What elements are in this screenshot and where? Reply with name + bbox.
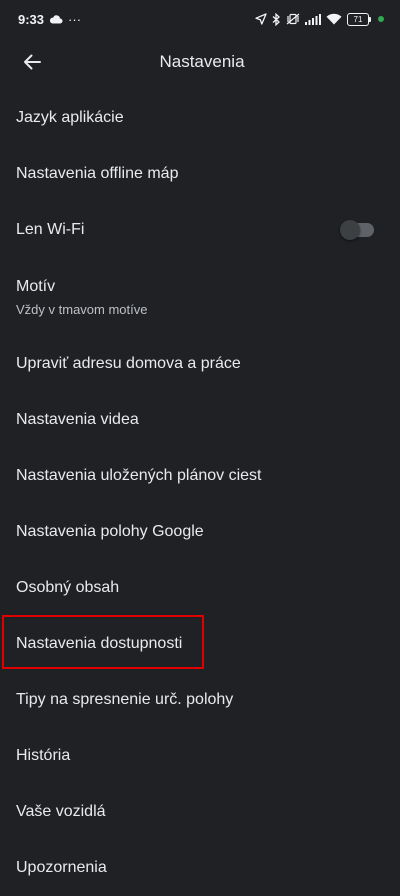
more-notifications-icon: ··· <box>68 11 82 27</box>
setting-location-accuracy-tips[interactable]: Tipy na spresnenie urč. polohy <box>0 672 400 728</box>
setting-your-vehicles[interactable]: Vaše vozidlá <box>0 784 400 840</box>
bluetooth-icon <box>272 12 281 26</box>
setting-label: Nastavenia videa <box>16 411 139 428</box>
setting-app-language[interactable]: Jazyk aplikácie <box>0 90 400 146</box>
setting-label: Motív <box>16 277 56 295</box>
setting-label: Tipy na spresnenie urč. polohy <box>16 691 234 708</box>
setting-label: Len Wi-Fi <box>16 221 85 238</box>
status-bar-right: 71 <box>255 12 384 26</box>
setting-edit-home-work[interactable]: Upraviť adresu domova a práce <box>0 336 400 392</box>
vibrate-off-icon <box>286 13 300 25</box>
app-bar: Nastavenia <box>0 38 400 86</box>
toggle-knob <box>340 220 360 240</box>
setting-notifications[interactable]: Upozornenia <box>0 840 400 896</box>
page-title: Nastavenia <box>159 52 245 71</box>
setting-label: Vaše vozidlá <box>16 803 106 820</box>
location-arrow-icon <box>255 13 267 25</box>
setting-label: Upozornenia <box>16 859 107 876</box>
setting-subtitle: Vždy v tmavom motíve <box>16 301 148 317</box>
setting-label: Upraviť adresu domova a práce <box>16 355 241 372</box>
setting-label: Jazyk aplikácie <box>16 109 124 126</box>
setting-history[interactable]: História <box>0 728 400 784</box>
setting-label: Nastavenia polohy Google <box>16 523 204 540</box>
setting-label: Nastavenia uložených plánov ciest <box>16 467 262 484</box>
setting-label: História <box>16 747 71 764</box>
settings-list: Jazyk aplikácie Nastavenia offline máp L… <box>0 90 400 896</box>
setting-label: Nastavenia dostupnosti <box>16 635 183 652</box>
setting-offline-maps[interactable]: Nastavenia offline máp <box>0 146 400 202</box>
status-bar-left: 9:33 ··· <box>18 12 81 27</box>
setting-label: Nastavenia offline máp <box>16 165 179 182</box>
setting-wifi-only[interactable]: Len Wi-Fi <box>0 202 400 258</box>
wifi-icon <box>326 13 342 25</box>
setting-theme[interactable]: Motív Vždy v tmavom motíve <box>0 258 400 336</box>
setting-video[interactable]: Nastavenia videa <box>0 392 400 448</box>
setting-accessibility[interactable]: Nastavenia dostupnosti <box>0 616 400 672</box>
setting-saved-trip-plans[interactable]: Nastavenia uložených plánov ciest <box>0 448 400 504</box>
signal-icon <box>305 13 321 25</box>
privacy-indicator-dot <box>378 16 384 22</box>
setting-label: Osobný obsah <box>16 579 120 596</box>
status-bar: 9:33 ··· 71 <box>0 0 400 38</box>
setting-personal-content[interactable]: Osobný obsah <box>0 560 400 616</box>
battery-icon: 71 <box>347 12 371 26</box>
setting-google-location[interactable]: Nastavenia polohy Google <box>0 504 400 560</box>
status-time: 9:33 <box>18 11 45 27</box>
cloud-icon <box>49 14 63 24</box>
wifi-only-toggle[interactable] <box>340 220 374 240</box>
